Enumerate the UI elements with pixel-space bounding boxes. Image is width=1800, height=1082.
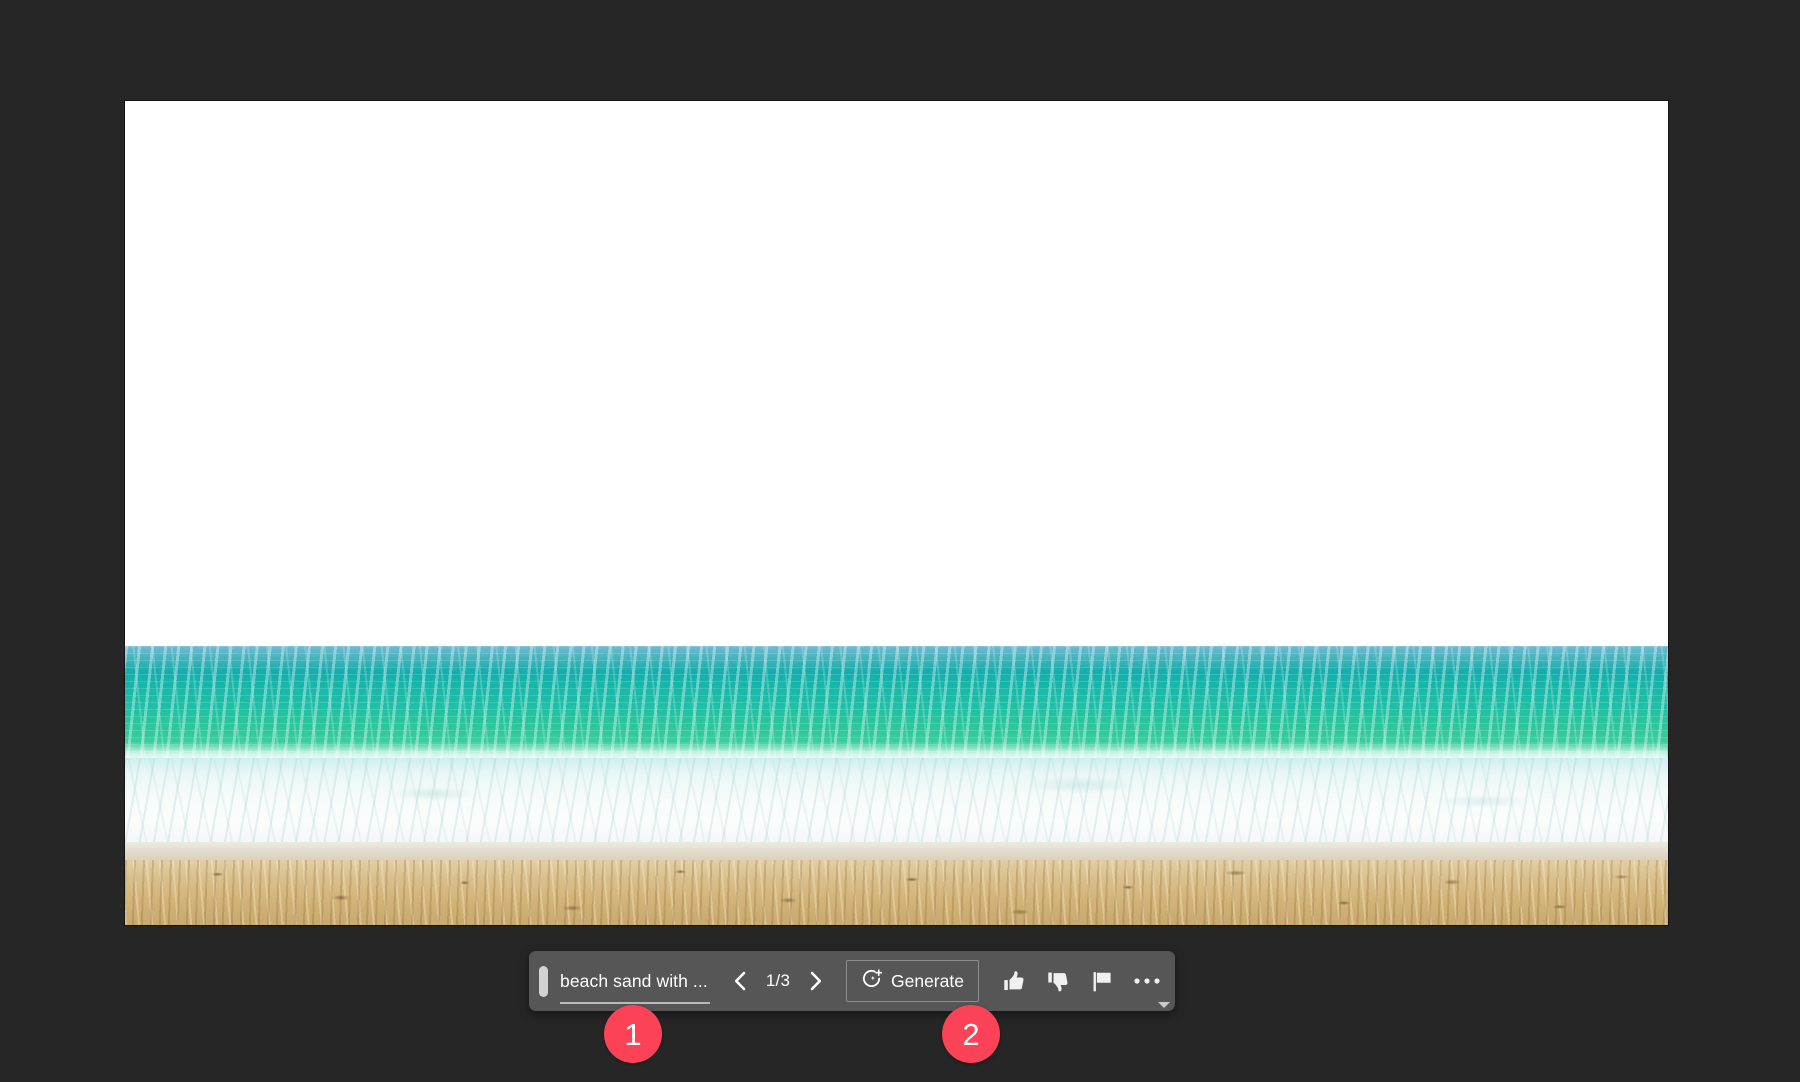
thumbs-down-icon xyxy=(1046,969,1071,994)
beach-photograph xyxy=(125,646,1668,925)
thumbs-up-button[interactable] xyxy=(993,961,1037,1001)
more-options-button[interactable] xyxy=(1125,961,1169,1001)
prompt-input[interactable] xyxy=(560,971,710,992)
previous-variation-button[interactable] xyxy=(722,961,758,1001)
generative-sparkle-icon xyxy=(861,968,882,994)
next-variation-button[interactable] xyxy=(798,961,834,1001)
chevron-left-icon xyxy=(730,970,750,992)
taskbar-resize-caret-icon[interactable] xyxy=(1158,1002,1170,1008)
contextual-task-bar[interactable]: 1/3 Generate xyxy=(529,951,1175,1011)
variation-counter: 1/3 xyxy=(758,971,798,991)
report-flag-button[interactable] xyxy=(1081,961,1125,1001)
surf-foam-region xyxy=(125,758,1668,848)
variation-navigation: 1/3 xyxy=(722,961,834,1001)
flag-icon xyxy=(1090,969,1115,994)
sand-region xyxy=(125,860,1668,925)
prompt-input-wrapper[interactable] xyxy=(560,960,710,1002)
annotation-callout-1: 1 xyxy=(604,1005,662,1063)
generate-button[interactable]: Generate xyxy=(846,960,979,1002)
ellipsis-icon xyxy=(1133,976,1161,986)
generate-button-label: Generate xyxy=(891,971,964,992)
chevron-right-icon xyxy=(806,970,826,992)
prompt-input-underline xyxy=(560,1002,710,1004)
thumbs-down-button[interactable] xyxy=(1037,961,1081,1001)
thumbs-up-icon xyxy=(1002,969,1027,994)
blank-fill-region[interactable] xyxy=(125,101,1668,646)
feedback-controls xyxy=(993,961,1169,1001)
image-canvas[interactable] xyxy=(125,101,1668,925)
annotation-callout-2: 2 xyxy=(942,1005,1000,1063)
taskbar-drag-handle[interactable] xyxy=(539,966,548,997)
app-stage: 1/3 Generate xyxy=(0,0,1800,1082)
